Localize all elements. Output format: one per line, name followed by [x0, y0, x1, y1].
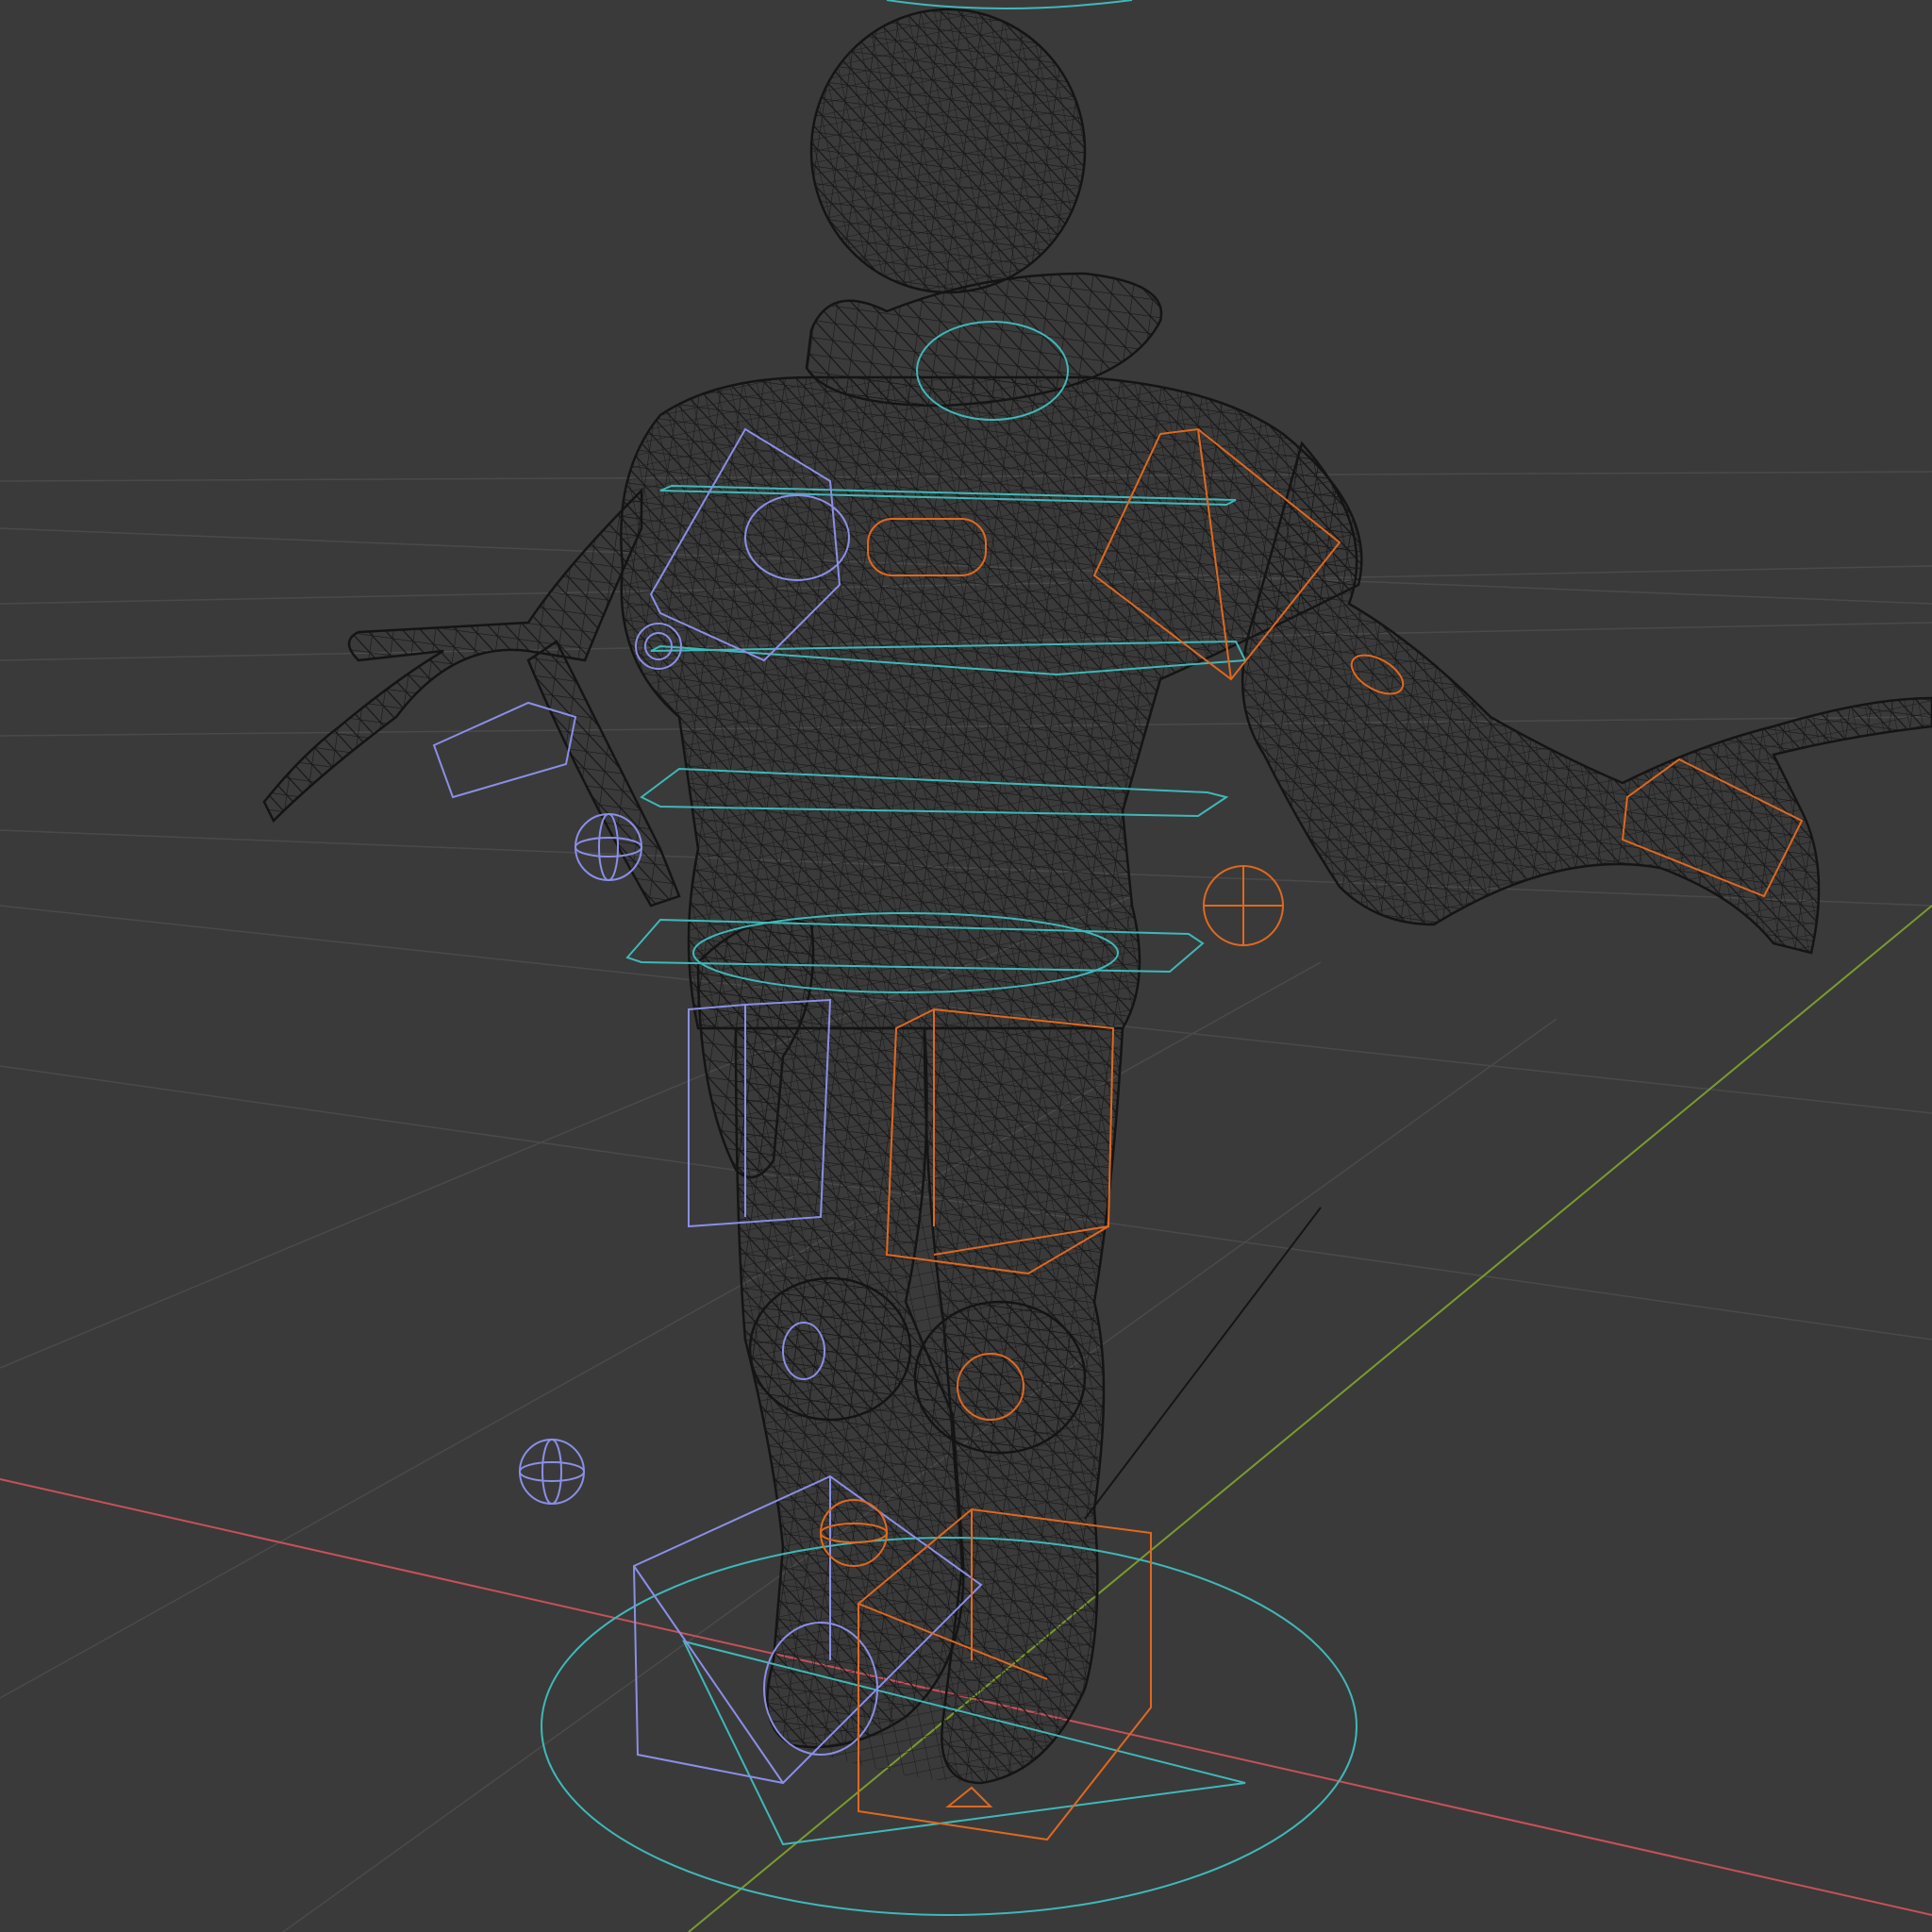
- viewport-canvas[interactable]: [0, 0, 1932, 1932]
- 3d-viewport[interactable]: [0, 0, 1932, 1932]
- mesh-right-knee: [913, 1300, 1087, 1455]
- right-elbow-pole-control[interactable]: [1203, 865, 1284, 946]
- mesh-left-knee: [748, 1276, 912, 1422]
